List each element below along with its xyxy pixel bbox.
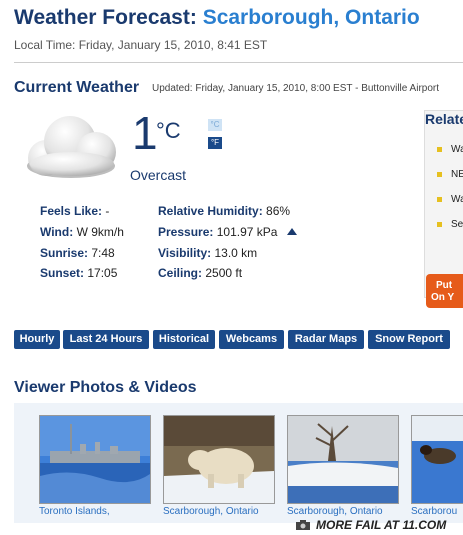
updated-timestamp: Updated: Friday, January 15, 2010, 8:00 … [152, 83, 440, 94]
related-title: Relate [425, 111, 463, 127]
celsius-toggle[interactable]: °C [208, 119, 222, 131]
wind-label: Wind: [40, 225, 74, 239]
bullet-icon [437, 147, 442, 152]
local-time: Local Time: Friday, January 15, 2010, 8:… [14, 38, 268, 52]
photo-thumbnail[interactable] [287, 415, 399, 504]
title-prefix: Weather Forecast: [14, 6, 197, 29]
condition-text: Overcast [130, 167, 187, 183]
historical-button[interactable]: Historical [153, 330, 215, 349]
snow-report-button[interactable]: Snow Report [368, 330, 450, 349]
page-title: Weather Forecast: Scarborough, Ontario [14, 6, 420, 30]
pressure-label: Pressure: [158, 225, 214, 239]
sunrise-row: Sunrise: 7:48 [40, 246, 115, 260]
sunrise-value: 7:48 [91, 246, 115, 260]
ceiling-value: 2500 ft [205, 266, 243, 280]
temperature-value: 1 [132, 107, 158, 159]
ceiling-row: Ceiling: 2500 ft [158, 266, 242, 280]
photo-thumbnail[interactable] [163, 415, 275, 504]
photo-thumbnail[interactable] [411, 415, 463, 504]
current-weather-heading: Current Weather [14, 79, 140, 96]
photo-caption[interactable]: Scarborough, Ontario [287, 506, 383, 517]
visibility-row: Visibility: 13.0 km [158, 246, 257, 260]
webcams-button[interactable]: Webcams [219, 330, 284, 349]
title-city[interactable]: Scarborough, Ontario [203, 6, 420, 29]
feels-like-row: Feels Like: - [40, 204, 109, 218]
pressure-value: 101.97 kPa [216, 225, 278, 239]
divider [14, 62, 463, 63]
humidity-value: 86% [266, 204, 291, 218]
bullet-icon [437, 172, 442, 177]
photo-caption[interactable]: Toronto Islands, [39, 506, 110, 517]
cloud-icon [27, 116, 116, 178]
promo-button[interactable]: Put On Y [426, 274, 463, 308]
humidity-row: Relative Humidity: 86% [158, 204, 290, 218]
visibility-label: Visibility: [158, 246, 212, 260]
feels-like-value: - [105, 204, 110, 218]
sunset-row: Sunset: 17:05 [40, 266, 117, 280]
watermark-text: MORE FAIL AT 11.COM [316, 518, 447, 532]
temperature-unit: °C [156, 118, 181, 143]
last-24-hours-button[interactable]: Last 24 Hours [63, 330, 149, 349]
wind-row: Wind: W 9km/h [40, 225, 124, 239]
humidity-label: Relative Humidity: [158, 204, 263, 218]
photo-caption[interactable]: Scarborou [411, 506, 463, 517]
feels-like-label: Feels Like: [40, 204, 103, 218]
photo-thumbnail[interactable] [39, 415, 151, 504]
promo-line-1: Put [436, 280, 453, 291]
photos-heading: Viewer Photos & Videos [14, 379, 197, 396]
sunset-value: 17:05 [87, 266, 118, 280]
wind-value: W 9km/h [76, 225, 124, 239]
photo-strip: Toronto Islands, Scarborough, Ontario Sc… [14, 403, 463, 523]
visibility-value: 13.0 km [214, 246, 258, 260]
photo-caption[interactable]: Scarborough, Ontario [163, 506, 259, 517]
fahrenheit-toggle[interactable]: °F [208, 137, 222, 149]
sunset-label: Sunset: [40, 266, 85, 280]
promo-line-2: On Y [431, 292, 455, 303]
radar-maps-button[interactable]: Radar Maps [288, 330, 364, 349]
pressure-rising-icon [286, 228, 297, 235]
related-panel: Relate Wa NE Wa Se [424, 110, 463, 298]
bullet-icon [437, 197, 442, 202]
ceiling-label: Ceiling: [158, 266, 202, 280]
sunrise-label: Sunrise: [40, 246, 89, 260]
pressure-row: Pressure: 101.97 kPa [158, 225, 297, 239]
camera-icon [296, 520, 310, 530]
hourly-button[interactable]: Hourly [14, 330, 60, 349]
bullet-icon [437, 222, 442, 227]
